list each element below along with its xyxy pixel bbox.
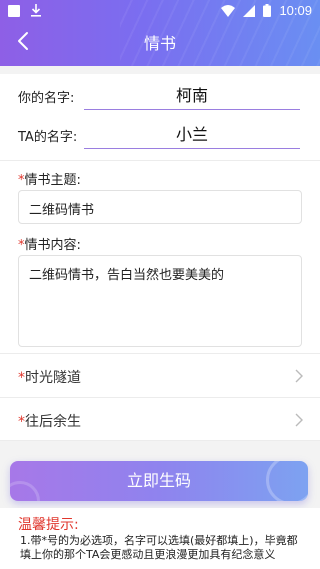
- option-label: 时光隧道: [25, 370, 81, 386]
- option-label: 往后余生: [25, 414, 81, 430]
- topic-input[interactable]: 二维码情书: [18, 190, 302, 224]
- wifi-icon: [221, 4, 236, 17]
- required-mark: *: [18, 414, 25, 430]
- ta-name-input[interactable]: 小兰: [84, 123, 300, 149]
- content-label-text: 情书内容:: [24, 238, 81, 253]
- content-textarea[interactable]: 二维码情书，告白当然也要美美的: [18, 255, 302, 347]
- ta-name-label: TA的名字:: [18, 130, 78, 145]
- chevron-right-icon: [295, 369, 303, 383]
- your-name-row: 你的名字: 柯南: [18, 84, 300, 110]
- topic-section: *情书主题: 二维码情书: [0, 160, 320, 230]
- generate-code-button[interactable]: 立即生码: [10, 461, 308, 501]
- tips-panel: 温馨提示: 1.带*号的为必选项，名字可以选填(最好都填上)，毕竟都填上你的那个…: [0, 508, 320, 569]
- content-section: *情书内容: 二维码情书，告白当然也要美美的: [0, 230, 320, 353]
- ta-name-row: TA的名字: 小兰: [18, 123, 300, 149]
- topic-label-text: 情书主题:: [24, 173, 81, 188]
- signal-icon: [243, 4, 256, 17]
- notification-icon: [8, 4, 20, 17]
- download-icon: [31, 4, 41, 17]
- content-label: *情书内容:: [18, 234, 81, 253]
- status-time: 10:09: [279, 3, 312, 18]
- page-title: 情书: [143, 34, 176, 53]
- tips-text: 1.带*号的为必选项，名字可以选填(最好都填上)，毕竟都填上你的那个TA会更感动…: [20, 534, 298, 561]
- option-row-rest-of-life[interactable]: *往后余生: [0, 397, 320, 441]
- button-decoration: [266, 461, 308, 501]
- status-bar: 10:09: [0, 0, 320, 22]
- button-decoration: [10, 481, 40, 501]
- topic-label: *情书主题:: [18, 169, 81, 188]
- battery-icon: [263, 4, 272, 17]
- app-header: 10:09 情书: [0, 0, 320, 66]
- chevron-right-icon: [295, 413, 303, 427]
- your-name-label: 你的名字:: [18, 91, 75, 106]
- option-row-time-tunnel[interactable]: *时光隧道: [0, 353, 320, 397]
- required-mark: *: [18, 370, 25, 386]
- your-name-input[interactable]: 柯南: [84, 84, 300, 110]
- names-card: 你的名字: 柯南 TA的名字: 小兰: [0, 74, 320, 160]
- tips-title: 温馨提示:: [18, 517, 79, 533]
- generate-button-label: 立即生码: [126, 471, 191, 490]
